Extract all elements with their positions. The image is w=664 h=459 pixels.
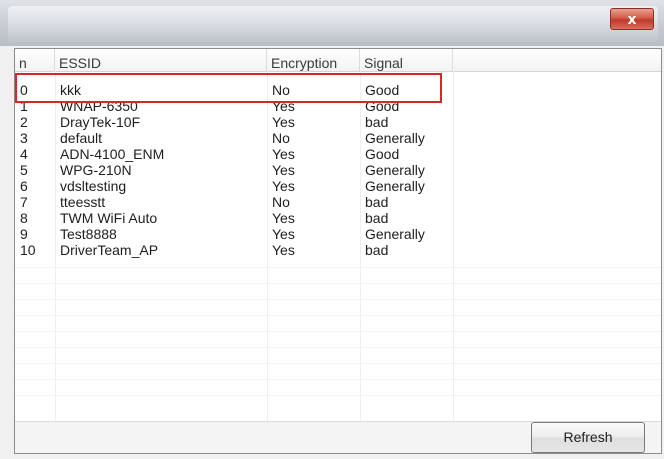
row-index: 8 <box>20 210 28 226</box>
row-essid: Test8888 <box>60 226 117 242</box>
row-essid: vdsltesting <box>60 178 127 194</box>
table-row[interactable]: 10 DriverTeam_AP Yes bad <box>15 242 661 258</box>
row-encryption: Yes <box>272 146 295 162</box>
row-index: 10 <box>20 242 36 258</box>
row-signal: Good <box>365 146 400 162</box>
row-encryption: Yes <box>272 178 295 194</box>
row-index: 7 <box>20 194 28 210</box>
row-signal: bad <box>365 194 389 210</box>
row-divider <box>15 347 661 348</box>
row-signal: Generally <box>365 178 425 194</box>
row-index: 3 <box>20 130 28 146</box>
list-header: n ESSID Encryption Signal <box>15 49 661 72</box>
row-encryption: Yes <box>272 242 295 258</box>
list-rows: 0 kkk No Good 1 WNAP-6350 Yes Good 2 Dra… <box>15 82 661 258</box>
network-list[interactable]: n ESSID Encryption Signal 0 kkk No Good <box>14 48 662 454</box>
row-signal: bad <box>365 210 389 226</box>
refresh-button[interactable]: Refresh <box>531 422 645 453</box>
table-row[interactable]: 8 TWM WiFi Auto Yes bad <box>15 210 661 226</box>
table-row[interactable]: 7 tteesstt No bad <box>15 194 661 210</box>
row-index: 4 <box>20 146 28 162</box>
row-divider <box>15 299 661 300</box>
column-header-n[interactable]: n <box>15 49 55 71</box>
row-signal: bad <box>365 242 389 258</box>
row-divider <box>15 315 661 316</box>
table-row[interactable]: 2 DrayTek-10F Yes bad <box>15 114 661 130</box>
row-signal: Generally <box>365 226 425 242</box>
wifi-list-window: x n ESSID Encryption Signal 0 kkk No Goo… <box>0 0 664 459</box>
selection-highlight <box>15 73 442 103</box>
row-signal: Generally <box>365 162 425 178</box>
title-bar[interactable]: x <box>0 0 664 46</box>
row-encryption: Yes <box>272 226 295 242</box>
close-icon: x <box>627 12 637 28</box>
title-bar-glow <box>8 6 658 42</box>
row-index: 5 <box>20 162 28 178</box>
row-divider <box>15 379 661 380</box>
column-header-essid[interactable]: ESSID <box>55 49 267 71</box>
row-encryption: Yes <box>272 162 295 178</box>
row-essid: WPG-210N <box>60 162 132 178</box>
row-encryption: Yes <box>272 210 295 226</box>
row-signal: Generally <box>365 130 425 146</box>
row-essid: default <box>60 130 103 146</box>
row-divider <box>15 395 661 396</box>
close-button[interactable]: x <box>610 8 654 30</box>
row-encryption: No <box>272 194 290 210</box>
row-essid: DrayTek-10F <box>60 114 141 130</box>
row-index: 6 <box>20 178 28 194</box>
row-encryption: No <box>272 130 290 146</box>
row-encryption: Yes <box>272 114 295 130</box>
row-divider <box>15 283 661 284</box>
row-essid: tteesstt <box>60 194 106 210</box>
row-index: 9 <box>20 226 28 242</box>
column-header-filler <box>453 49 661 71</box>
row-essid: DriverTeam_AP <box>60 242 159 258</box>
row-divider <box>15 267 661 268</box>
table-row[interactable]: 3 default No Generally <box>15 130 661 146</box>
row-index: 2 <box>20 114 28 130</box>
row-divider <box>15 363 661 364</box>
table-row[interactable]: 9 Test8888 Yes Generally <box>15 226 661 242</box>
table-row[interactable]: 5 WPG-210N Yes Generally <box>15 162 661 178</box>
row-signal: bad <box>365 114 389 130</box>
row-divider <box>15 331 661 332</box>
table-row[interactable]: 6 vdsltesting Yes Generally <box>15 178 661 194</box>
column-header-encryption[interactable]: Encryption <box>267 49 360 71</box>
table-row[interactable]: 4 ADN-4100_ENM Yes Good <box>15 146 661 162</box>
row-essid: TWM WiFi Auto <box>60 210 158 226</box>
column-header-signal[interactable]: Signal <box>360 49 453 71</box>
row-essid: ADN-4100_ENM <box>60 146 165 162</box>
